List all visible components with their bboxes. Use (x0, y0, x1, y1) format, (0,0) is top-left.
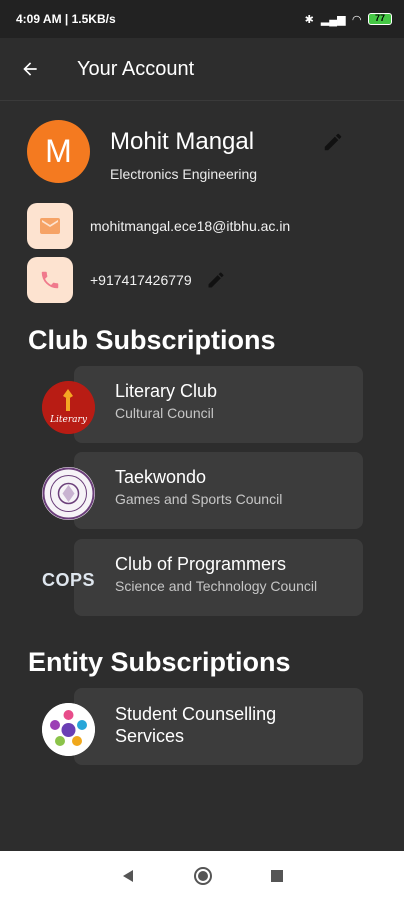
mail-icon (40, 218, 60, 234)
status-time: 4:09 AM | 1.5KB/s (16, 12, 116, 26)
avatar-letter: M (45, 133, 72, 169)
entity-subscriptions-title: Entity Subscriptions (28, 647, 291, 677)
counselling-people-icon (42, 703, 95, 756)
system-nav-bar (0, 851, 404, 900)
literary-logo-text: Literary (49, 415, 88, 425)
back-button[interactable] (0, 38, 60, 100)
counselling-logo (42, 703, 95, 756)
phone-icon (41, 271, 59, 289)
phone-text: +917417426779 (90, 272, 192, 288)
edit-name-icon[interactable] (322, 131, 344, 153)
taekwondo-seal-icon (42, 467, 95, 520)
profile-header: M Mohit Mangal Electronics Engineering (27, 120, 377, 186)
email-icon-box (27, 203, 73, 249)
user-department: Electronics Engineering (110, 166, 258, 182)
arrow-left-icon (23, 62, 37, 76)
avatar: M (27, 120, 90, 183)
club-subscriptions-title: Club Subscriptions (28, 325, 276, 355)
club-name: Literary Club (115, 381, 218, 401)
phone-row: +917417426779 (27, 257, 367, 303)
club-card-taekwondo[interactable]: Taekwondo Games and Sports Council (74, 452, 363, 529)
club-card-programmers[interactable]: Club of Programmers Science and Technolo… (74, 539, 363, 616)
user-name: Mohit Mangal (110, 128, 255, 155)
club-council: Cultural Council (115, 405, 214, 421)
entity-name: Student Counselling Services (115, 704, 277, 746)
home-circle-icon[interactable] (193, 866, 213, 886)
status-bar: 4:09 AM | 1.5KB/s ✱ ▂▄▆ ◠ 77 (0, 0, 404, 38)
recents-square-icon[interactable] (270, 869, 284, 883)
edit-phone-icon[interactable] (206, 270, 226, 290)
literary-emblem-icon: Literary (42, 381, 95, 434)
app-bar: Your Account (0, 38, 404, 101)
status-icons: ✱ ▂▄▆ ◠ 77 (305, 13, 392, 26)
club-name: Taekwondo (115, 467, 207, 487)
club-card-literary[interactable]: Literary Club Cultural Council (74, 366, 363, 443)
cops-logo: COPS (42, 554, 95, 607)
bluetooth-icon: ✱ (304, 13, 314, 26)
club-council: Science and Technology Council (115, 578, 318, 594)
entity-card-counselling[interactable]: Student Counselling Services (74, 688, 363, 765)
page-title: Your Account (77, 57, 195, 80)
cops-logo-text: COPS (42, 570, 95, 590)
battery-level: 77 (374, 13, 385, 23)
club-council: Games and Sports Council (115, 491, 283, 507)
back-triangle-icon[interactable] (120, 868, 136, 884)
wifi-icon: ◠ (352, 13, 361, 26)
phone-icon-box (27, 257, 73, 303)
club-name: Club of Programmers (115, 554, 287, 574)
literary-club-logo: Literary (42, 381, 95, 434)
email-row: mohitmangal.ece18@itbhu.ac.in (27, 203, 367, 249)
battery-icon: 77 (368, 13, 392, 25)
signal-icon: ▂▄▆ (320, 13, 346, 26)
taekwondo-logo (42, 467, 95, 520)
email-text: mohitmangal.ece18@itbhu.ac.in (90, 218, 291, 234)
